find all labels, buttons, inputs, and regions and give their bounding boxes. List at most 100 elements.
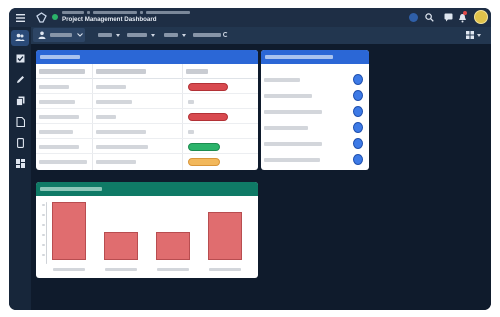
app-logo-icon[interactable]	[35, 11, 47, 23]
chevron-down-icon	[77, 33, 83, 37]
sidebar-item-files[interactable]	[11, 114, 29, 130]
dashboard-main	[31, 44, 491, 310]
sidebar-item-edit[interactable]	[11, 72, 29, 88]
toolbar	[31, 27, 491, 44]
breadcrumb-item[interactable]	[146, 11, 190, 14]
breadcrumb-item[interactable]	[62, 11, 84, 14]
status-dot	[353, 74, 363, 85]
column-header[interactable]	[39, 69, 85, 74]
hamburger-icon[interactable]	[14, 12, 26, 23]
list-item-label	[264, 142, 322, 146]
chart-bar[interactable]	[156, 232, 190, 260]
breadcrumb-separator	[140, 11, 143, 14]
user-avatar[interactable]	[474, 10, 488, 24]
filter-label	[127, 33, 147, 37]
chart-bar[interactable]	[104, 232, 138, 260]
status-pill-red	[188, 113, 228, 121]
table-cell	[39, 145, 79, 149]
x-axis-label	[53, 268, 85, 271]
layout-switcher[interactable]	[463, 28, 485, 42]
sidebar-item-users[interactable]	[11, 30, 29, 46]
users-icon	[15, 33, 25, 41]
card-title	[40, 187, 102, 191]
table-cell	[39, 130, 73, 134]
table-cell	[96, 130, 146, 134]
breadcrumb-item[interactable]	[93, 11, 137, 14]
top-bar: Project Management Dashboard	[9, 8, 491, 27]
y-axis-tick	[42, 204, 45, 206]
chart-bar[interactable]	[52, 202, 86, 260]
filter-dropdown-3[interactable]	[164, 28, 190, 42]
x-axis-label	[209, 268, 241, 271]
list-item-label	[264, 158, 320, 162]
table-row[interactable]	[36, 139, 258, 154]
column-header[interactable]	[96, 69, 146, 74]
y-axis-tick	[42, 214, 45, 216]
chart-bar[interactable]	[208, 212, 242, 260]
table-row[interactable]	[36, 79, 258, 94]
list-item[interactable]	[261, 89, 369, 103]
list-item[interactable]	[261, 121, 369, 135]
table-cell	[39, 85, 69, 89]
status-dot	[353, 90, 363, 101]
help-icon[interactable]	[409, 13, 418, 22]
x-axis-label	[105, 268, 137, 271]
tasks-table-card	[36, 50, 258, 170]
sidebar-item-tasks[interactable]	[11, 51, 29, 67]
search-icon[interactable]	[424, 12, 435, 23]
sidebar	[9, 27, 31, 310]
y-axis-tick	[42, 254, 45, 256]
table-cell	[96, 100, 132, 104]
y-axis-tick	[42, 244, 45, 246]
refresh-icon	[223, 32, 228, 37]
table-cell	[39, 160, 87, 164]
sidebar-item-mobile[interactable]	[11, 135, 29, 151]
table-cell	[39, 115, 79, 119]
table-cell	[96, 160, 136, 164]
list-item-label	[264, 126, 308, 130]
y-axis-tick	[42, 234, 45, 236]
table-header	[36, 64, 258, 79]
y-axis-line	[46, 202, 47, 264]
list-item[interactable]	[261, 105, 369, 119]
filter-dropdown-4[interactable]	[193, 28, 233, 42]
bar-chart	[36, 196, 258, 278]
caret-down-icon	[151, 34, 155, 37]
notification-badge	[463, 11, 467, 15]
status-dot	[353, 122, 363, 133]
caret-down-icon	[182, 34, 186, 37]
person-icon	[38, 31, 46, 39]
filter-label	[164, 33, 178, 37]
status-pill-green	[188, 143, 220, 151]
list-item[interactable]	[261, 153, 369, 167]
list-item[interactable]	[261, 73, 369, 87]
filter-dropdown-1[interactable]	[98, 28, 124, 42]
status-pill-orange	[188, 158, 220, 166]
user-filter-dropdown[interactable]	[33, 28, 85, 42]
breadcrumb-separator	[87, 11, 90, 14]
table-cell	[96, 145, 148, 149]
status-pill-red	[188, 83, 228, 91]
grid-layout-icon	[466, 31, 474, 39]
column-header[interactable]	[186, 69, 208, 74]
status-placeholder	[188, 130, 194, 134]
chat-icon[interactable]	[443, 12, 454, 23]
table-row[interactable]	[36, 124, 258, 139]
status-dot	[353, 154, 363, 165]
sidebar-item-dashboard[interactable]	[11, 156, 29, 172]
card-header	[36, 182, 258, 196]
filter-dropdown-2[interactable]	[127, 28, 161, 42]
documents-icon	[16, 96, 25, 106]
checkbox-icon	[16, 54, 25, 63]
table-row[interactable]	[36, 94, 258, 109]
table-row[interactable]	[36, 109, 258, 124]
sidebar-item-documents[interactable]	[11, 93, 29, 109]
status-dot	[353, 138, 363, 149]
table-row[interactable]	[36, 154, 258, 170]
list-item-label	[264, 94, 312, 98]
card-header	[36, 50, 258, 64]
card-title	[265, 55, 333, 59]
y-axis-tick	[42, 224, 45, 226]
table-cell	[39, 100, 75, 104]
list-item[interactable]	[261, 137, 369, 151]
